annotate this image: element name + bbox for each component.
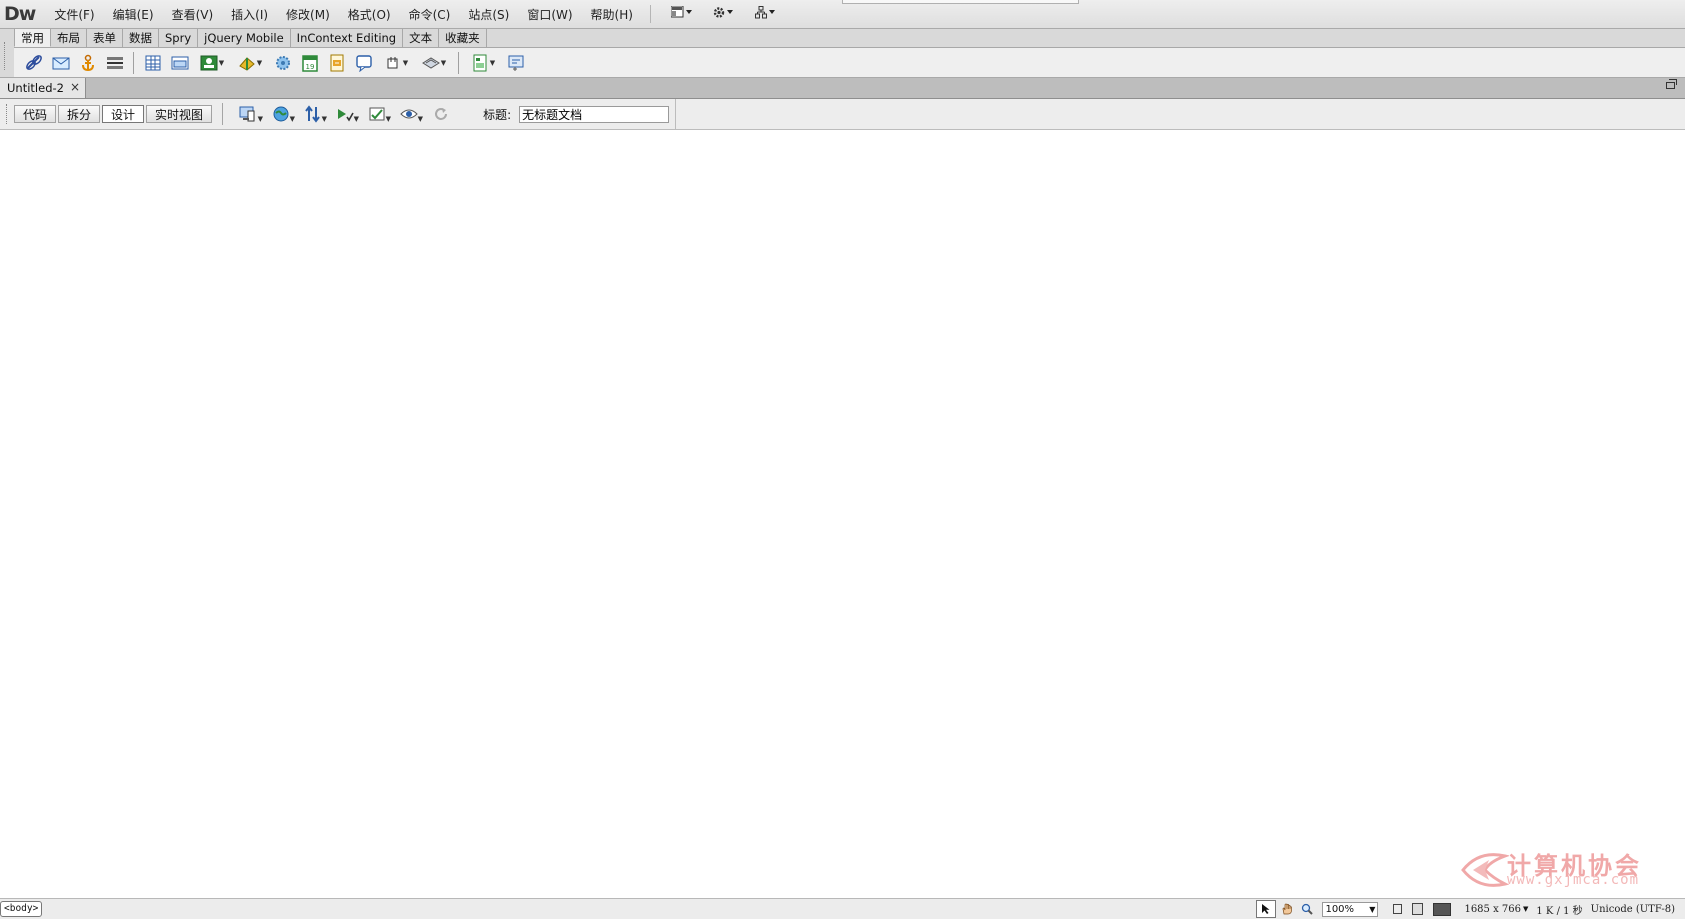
tab-incontext-editing[interactable]: InContext Editing bbox=[290, 29, 404, 47]
search-box[interactable] bbox=[842, 0, 1079, 4]
menu-modify[interactable]: 修改(M) bbox=[277, 6, 339, 23]
email-link-icon[interactable] bbox=[51, 53, 70, 72]
preview-browser-icon[interactable]: ▼ bbox=[269, 104, 295, 124]
encoding: Unicode (UTF-8) bbox=[1590, 903, 1675, 915]
browser-compat-icon[interactable]: ▼ bbox=[365, 104, 391, 124]
menu-format[interactable]: 格式(O) bbox=[339, 6, 400, 23]
chevron-down-icon[interactable]: ▼ bbox=[1523, 905, 1528, 913]
title-label: 标题: bbox=[483, 107, 512, 122]
desktop-size-icon[interactable] bbox=[1433, 902, 1452, 916]
document-tab[interactable]: Untitled-2 × bbox=[0, 78, 86, 98]
code-view-button[interactable]: 代码 bbox=[14, 105, 57, 123]
menu-edit[interactable]: 编辑(E) bbox=[104, 6, 163, 23]
tab-common[interactable]: 常用 bbox=[14, 29, 51, 47]
tab-text[interactable]: 文本 bbox=[403, 29, 440, 47]
images-icon[interactable]: ▼ bbox=[197, 53, 227, 72]
tag-selector[interactable]: <body> bbox=[0, 901, 43, 917]
document-title-input[interactable] bbox=[519, 105, 670, 123]
tab-favorites[interactable]: 收藏夹 bbox=[439, 29, 487, 47]
hand-icon[interactable] bbox=[1278, 901, 1296, 917]
menu-view[interactable]: 查看(V) bbox=[163, 6, 223, 23]
menu-file[interactable]: 文件(F) bbox=[45, 6, 103, 23]
tab-forms[interactable]: 表单 bbox=[87, 29, 123, 47]
script-icon[interactable]: ▼ bbox=[419, 53, 449, 72]
tab-data[interactable]: 数据 bbox=[123, 29, 159, 47]
chevron-down-icon: ▼ bbox=[1369, 904, 1376, 914]
server-side-include-icon[interactable] bbox=[327, 53, 346, 72]
menu-window[interactable]: 窗口(W) bbox=[518, 6, 581, 23]
document-tab-bar: Untitled-2 × bbox=[0, 78, 1685, 99]
panel-grip[interactable] bbox=[4, 42, 8, 70]
site-icon[interactable] bbox=[745, 5, 787, 23]
tag-chooser-icon[interactable] bbox=[506, 53, 525, 72]
menu-help[interactable]: 帮助(H) bbox=[582, 6, 642, 23]
download-size: 1 K / 1 秒 bbox=[1536, 905, 1583, 917]
named-anchor-icon[interactable] bbox=[78, 53, 97, 72]
tab-layout[interactable]: 布局 bbox=[51, 29, 87, 47]
live-view-button[interactable]: 实时视图 bbox=[146, 105, 213, 123]
toolbar-separator bbox=[133, 51, 134, 74]
window-size[interactable]: 1685 x 766 bbox=[1464, 904, 1521, 915]
document-tab-label: Untitled-2 bbox=[7, 81, 64, 95]
design-view-button[interactable]: 设计 bbox=[102, 105, 145, 123]
svg-text:19: 19 bbox=[305, 63, 314, 71]
horizontal-rule-icon[interactable] bbox=[105, 53, 124, 72]
menu-bar: Dw 文件(F) 编辑(E) 查看(V) 插入(I) 修改(M) 格式(O) 命… bbox=[0, 0, 1685, 29]
status-bar: <body> 100% ▼ 1685 x 766 ▼ 1 K / 1 秒 Uni… bbox=[0, 898, 1685, 919]
zoom-icon[interactable] bbox=[1298, 901, 1316, 917]
toolbar-separator bbox=[675, 99, 677, 129]
gear-icon[interactable] bbox=[703, 6, 745, 23]
menu-site[interactable]: 站点(S) bbox=[459, 6, 518, 23]
templates-icon[interactable]: ▼ bbox=[468, 53, 498, 72]
design-canvas[interactable] bbox=[0, 130, 1685, 898]
zoom-select[interactable]: 100% ▼ bbox=[1322, 901, 1379, 917]
menu-separator bbox=[649, 5, 651, 23]
hyperlink-icon[interactable] bbox=[24, 53, 43, 72]
menu-insert[interactable]: 插入(I) bbox=[222, 6, 277, 23]
menu-commands[interactable]: 命令(C) bbox=[400, 6, 460, 23]
restore-window-icon[interactable] bbox=[1666, 79, 1677, 89]
layout-icon[interactable] bbox=[661, 5, 703, 22]
tablet-size-icon[interactable] bbox=[1412, 903, 1424, 915]
status-right: 100% ▼ 1685 x 766 ▼ 1 K / 1 秒 Unicode (U… bbox=[1256, 899, 1675, 919]
widget-icon[interactable] bbox=[273, 53, 292, 72]
app-logo: Dw bbox=[4, 3, 36, 25]
toolbar-separator bbox=[222, 103, 224, 125]
multiscreen-icon[interactable]: ▼ bbox=[237, 104, 263, 124]
tab-jquery-mobile[interactable]: jQuery Mobile bbox=[198, 29, 291, 47]
toolbar-grip[interactable] bbox=[6, 104, 10, 124]
date-icon[interactable]: 19 bbox=[300, 53, 319, 72]
head-icon[interactable]: ▼ bbox=[381, 53, 411, 72]
close-icon[interactable]: × bbox=[70, 80, 80, 94]
file-management-icon[interactable]: ▼ bbox=[301, 104, 327, 124]
insert-panel: 常用 布局 表单 数据 Spry jQuery Mobile InContext… bbox=[0, 29, 1685, 78]
visual-aids-icon[interactable]: ▼ bbox=[397, 104, 423, 124]
media-icon[interactable]: ▼ bbox=[235, 53, 265, 72]
mobile-size-icon[interactable] bbox=[1393, 904, 1403, 914]
comment-icon[interactable] bbox=[354, 53, 373, 72]
insert-div-icon[interactable] bbox=[170, 53, 189, 72]
validate-markup-icon[interactable]: ▼ bbox=[333, 104, 359, 124]
insert-tabs: 常用 布局 表单 数据 Spry jQuery Mobile InContext… bbox=[14, 29, 487, 47]
split-view-button[interactable]: 拆分 bbox=[58, 105, 101, 123]
toolbar-separator bbox=[458, 51, 459, 74]
document-toolbar: 代码 拆分 设计 实时视图 ▼ ▼ ▼ ▼ ▼ ▼ 标题: bbox=[0, 99, 1685, 130]
tab-spry[interactable]: Spry bbox=[159, 29, 199, 47]
zoom-value: 100% bbox=[1325, 903, 1355, 915]
refresh-icon[interactable] bbox=[429, 104, 453, 124]
insert-toolbar: ▼ ▼ 19 ▼ ▼ ▼ bbox=[14, 47, 1685, 77]
pointer-icon[interactable] bbox=[1256, 900, 1277, 918]
table-icon[interactable] bbox=[143, 53, 162, 72]
